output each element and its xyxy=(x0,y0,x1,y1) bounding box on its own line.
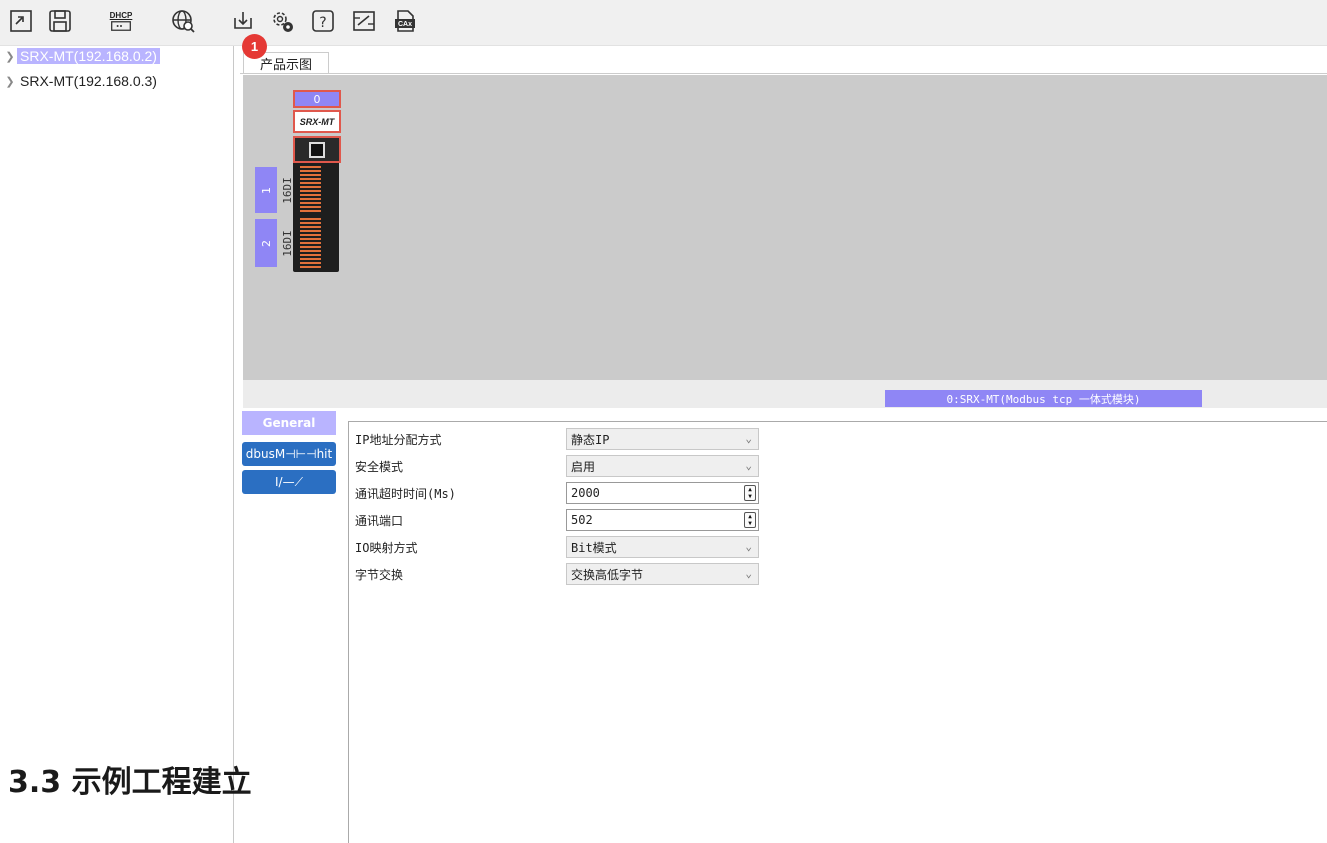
chevron-down-icon: ⌄ xyxy=(745,540,752,553)
prop-label: 通讯超时时间(Ms) xyxy=(355,486,456,501)
device-tree: ❯ SRX-MT(192.168.0.2) ❯ SRX-MT(192.168.0… xyxy=(0,46,234,843)
tree-item-device-2[interactable]: ❯ SRX-MT(192.168.0.3) xyxy=(0,72,160,90)
notification-badge: 1 xyxy=(242,34,267,59)
svg-text:CAx: CAx xyxy=(398,21,412,28)
io-slot-1[interactable]: 1 xyxy=(255,167,277,213)
chevron-down-icon: ⌄ xyxy=(745,567,752,580)
io-type-label: 16DI xyxy=(280,176,294,204)
tab-io[interactable]: I/—⟋ xyxy=(242,470,336,494)
tree-item-device-1[interactable]: ❯ SRX-MT(192.168.0.2) xyxy=(0,47,160,65)
io-mapping-select[interactable]: Bit模式 ⌄ xyxy=(566,536,759,558)
tab-divider xyxy=(240,73,1327,74)
dhcp-label: DHCP xyxy=(109,10,133,20)
tab-general[interactable]: General xyxy=(242,411,336,435)
tab-modbus[interactable]: dbusM⊣⊢⊣hit xyxy=(242,442,336,466)
io-module-1-pins xyxy=(300,166,320,214)
timeout-spinbox[interactable]: 2000 ▲ ▼ xyxy=(566,482,759,504)
prop-label: 安全模式 xyxy=(355,459,404,474)
io-module-2-pins xyxy=(300,218,320,268)
chevron-right-icon[interactable]: ❯ xyxy=(3,50,17,63)
security-mode-select[interactable]: 启用 ⌄ xyxy=(566,455,759,477)
chevron-down-icon: ⌄ xyxy=(745,459,752,472)
ethernet-port-icon xyxy=(309,142,325,158)
port-spinbox[interactable]: 502 ▲ ▼ xyxy=(566,509,759,531)
document-heading: 3.3 示例工程建立 xyxy=(8,765,252,800)
svg-text:?: ? xyxy=(319,15,326,31)
network-scan-icon[interactable] xyxy=(168,6,198,36)
property-panel xyxy=(348,421,1327,843)
prop-label: IP地址分配方式 xyxy=(355,432,442,447)
byte-swap-select[interactable]: 交换高低字节 ⌄ xyxy=(566,563,759,585)
tree-item-label: SRX-MT(192.168.0.2) xyxy=(17,48,160,64)
edit-config-icon[interactable] xyxy=(349,6,379,36)
chevron-right-icon[interactable]: ❯ xyxy=(3,75,17,88)
prop-label: IO映射方式 xyxy=(355,540,418,555)
ip-mode-select[interactable]: 静态IP ⌄ xyxy=(566,428,759,450)
dhcp-icon[interactable]: DHCP xyxy=(106,6,136,36)
save-icon[interactable] xyxy=(45,6,75,36)
io-slot-2[interactable]: 2 xyxy=(255,219,277,267)
prop-label: 通讯端口 xyxy=(355,513,404,528)
cax-export-icon[interactable]: CAx xyxy=(390,6,420,36)
product-canvas xyxy=(243,75,1327,380)
spin-arrows-icon: ▲ ▼ xyxy=(744,485,756,501)
settings-icon[interactable] xyxy=(267,6,297,36)
toolbar: DHCP ? CAx xyxy=(0,0,1327,46)
head-module-name[interactable]: SRX-MT xyxy=(293,110,341,133)
open-project-icon[interactable] xyxy=(6,6,36,36)
selected-module-status: 0:SRX-MT(Modbus tcp 一体式模块) xyxy=(885,390,1202,407)
spin-arrows-icon: ▲ ▼ xyxy=(744,512,756,528)
tree-item-label: SRX-MT(192.168.0.3) xyxy=(20,73,157,89)
help-icon[interactable]: ? xyxy=(308,6,338,36)
io-type-label: 16DI xyxy=(280,229,294,257)
head-slot-number[interactable]: 0 xyxy=(293,90,341,108)
chevron-down-icon: ⌄ xyxy=(745,432,752,445)
prop-label: 字节交换 xyxy=(355,567,404,582)
head-module-cpu[interactable] xyxy=(293,136,341,163)
io-module-1-pins-b xyxy=(318,166,321,214)
io-module-2-pins-b xyxy=(318,218,321,268)
download-icon[interactable] xyxy=(228,6,258,36)
app-window: DHCP ? CAx 1 ❯ SRX-MT(192.168.0.2) ❯ SRX… xyxy=(0,0,1327,843)
